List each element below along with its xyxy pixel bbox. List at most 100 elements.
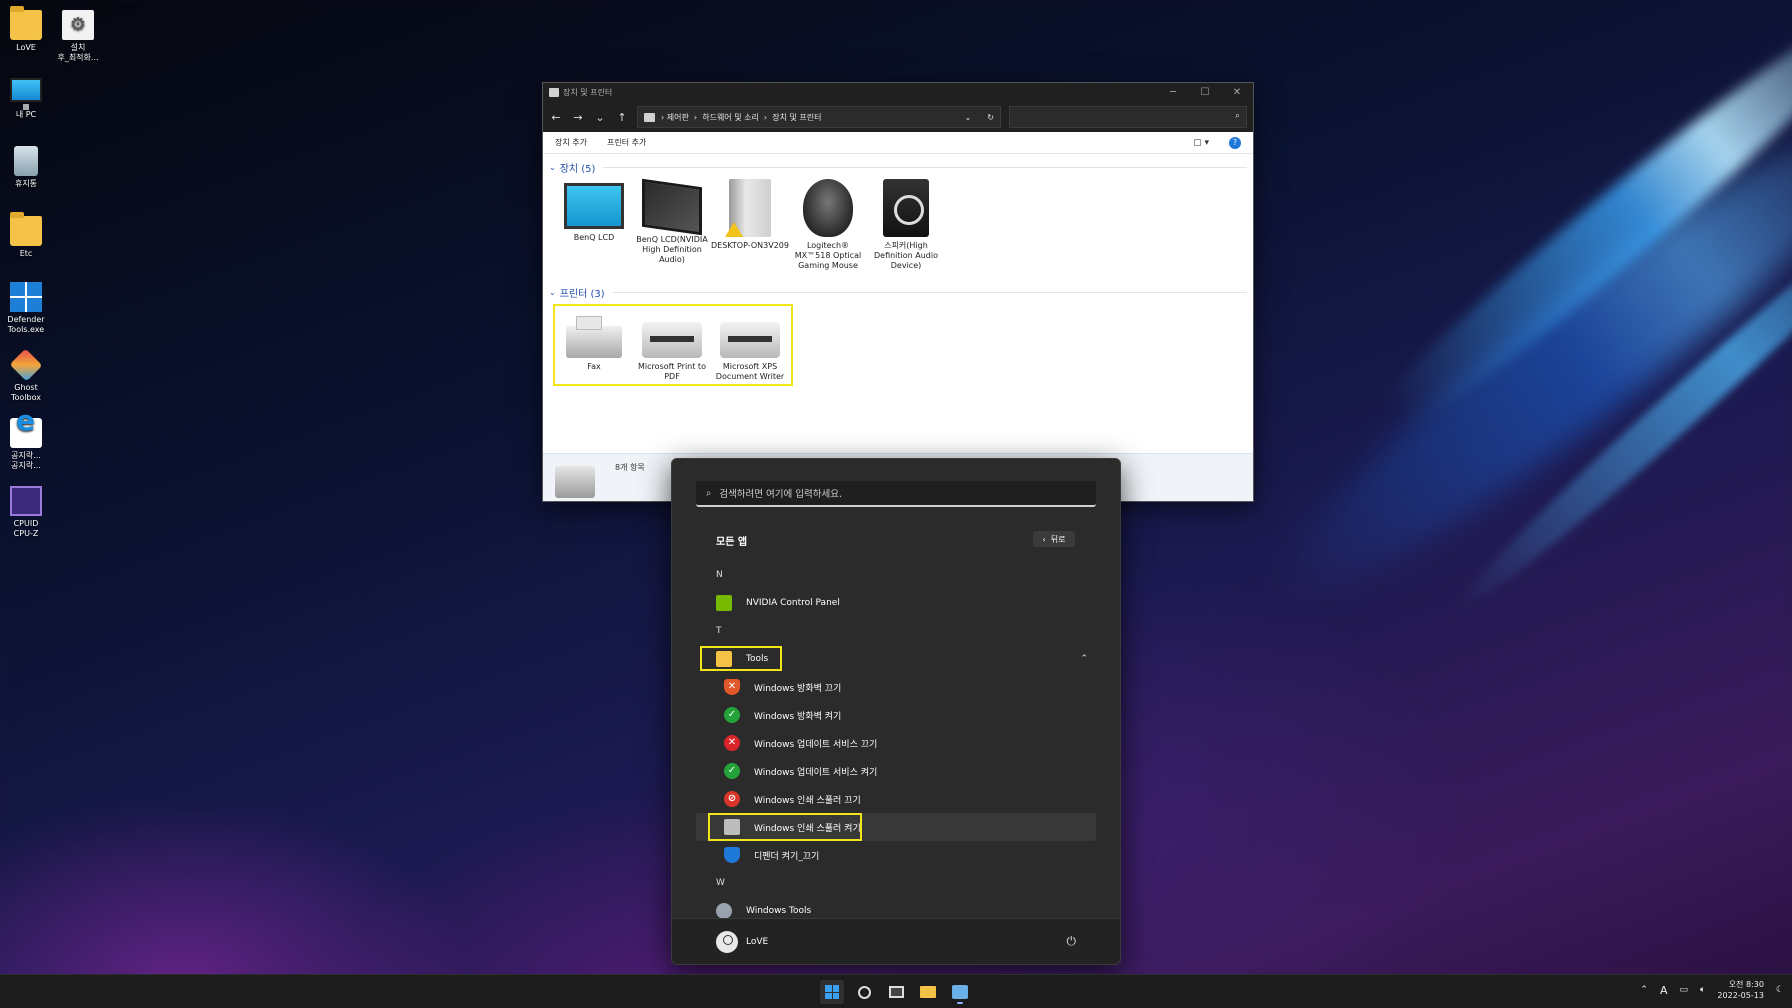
ime-indicator[interactable]: A (1660, 984, 1668, 997)
power-icon[interactable]: ⏻ (1067, 934, 1077, 949)
desktop-icon-label: CPUID CPU-Z (13, 519, 39, 538)
start-search-input[interactable]: ⌕ 검색하려면 여기에 입력하세요. (696, 481, 1096, 507)
desktop-icon-label: 휴지통 (14, 179, 38, 188)
breadcrumb-item[interactable]: 제어판 (667, 113, 689, 122)
control-panel-icon (644, 112, 655, 122)
app-label: Windows 인쇄 스풀러 끄기 (754, 795, 861, 806)
search-icon: ⌕ (706, 487, 712, 499)
start-button[interactable] (820, 980, 844, 1004)
app-label: Windows Tools (746, 906, 812, 916)
device-item[interactable]: BenQ LCD (555, 179, 633, 271)
printer-icon (642, 322, 702, 358)
clock-date: 2022-05-13 (1717, 991, 1764, 1000)
devices-group-header[interactable]: ⌄ 장치 (5) (543, 154, 1253, 179)
file-explorer-button[interactable] (916, 980, 940, 1004)
check-circle-icon: ✓ (724, 763, 740, 779)
device-item[interactable]: 스피커(High Definition Audio Device) (867, 179, 945, 271)
device-label: BenQ LCD(NVIDIA High Definition Audio) (636, 235, 708, 264)
internet-explorer-icon (10, 416, 42, 448)
chevron-up-icon[interactable]: ⌃ (1640, 985, 1648, 995)
chevron-down-icon: ⌄ (549, 288, 556, 297)
printers-group-header[interactable]: ⌄ 프린터 (3) (543, 279, 1253, 304)
file-explorer-icon (920, 986, 936, 998)
clock[interactable]: 오전 8:30 2022-05-13 (1717, 979, 1764, 1001)
app-label: 디펜더 켜기_끄기 (754, 851, 820, 862)
recent-chevron-down-icon[interactable]: ⌄ (593, 111, 607, 124)
maximize-button[interactable]: ☐ (1189, 87, 1221, 98)
app-firewall-off[interactable]: ✕ Windows 방화벽 끄기 (696, 673, 1096, 701)
forward-arrow-icon[interactable]: → (571, 111, 585, 124)
system-tray: ⌃ A ▭ 🔈︎ 오전 8:30 2022-05-13 ☾ (1640, 979, 1784, 1001)
printer-label: Microsoft Print to PDF (638, 362, 706, 381)
desktop-icon-cpuz[interactable]: CPUID CPU-Z (0, 486, 54, 539)
app-update-off[interactable]: ✕ Windows 업데이트 서비스 끄기 (696, 729, 1096, 757)
printer-item[interactable]: Microsoft XPS Document Writer (711, 312, 789, 382)
letter-header[interactable]: W (696, 869, 1096, 897)
volume-icon[interactable]: 🔈︎ (1700, 985, 1705, 995)
close-button[interactable]: ✕ (1221, 87, 1253, 98)
breadcrumb-item[interactable]: 장치 및 프린터 (772, 113, 821, 122)
app-update-on[interactable]: ✓ Windows 업데이트 서비스 켜기 (696, 757, 1096, 785)
app-spooler-off[interactable]: ⊘ Windows 인쇄 스풀러 끄기 (696, 785, 1096, 813)
desktop-icon-love[interactable]: LoVE (0, 6, 54, 53)
taskbar-apps (820, 980, 972, 1004)
wallpaper-streak (1243, 78, 1792, 642)
shield-check-icon: ✓ (724, 707, 740, 723)
desktop-icon-recycle-bin[interactable]: 휴지통 (0, 146, 54, 189)
user-avatar-icon[interactable] (716, 930, 738, 953)
control-panel-button[interactable] (948, 980, 972, 1004)
letter-header[interactable]: N (696, 561, 1096, 589)
help-icon[interactable]: ? (1229, 136, 1241, 149)
notification-icon[interactable]: ☾ (1776, 985, 1784, 995)
address-bar[interactable]: › 제어판 › 하드웨어 및 소리 › 장치 및 프린터 ⌄ ↻ (637, 106, 1001, 128)
search-input[interactable]: ⌕ (1009, 106, 1247, 128)
nvidia-icon (716, 595, 732, 611)
app-firewall-on[interactable]: ✓ Windows 방화벽 켜기 (696, 701, 1096, 729)
app-nvidia-control-panel[interactable]: NVIDIA Control Panel (696, 589, 1096, 617)
app-folder-tools[interactable]: Tools ⌃ (696, 645, 1096, 673)
printer-icon (724, 819, 740, 835)
printer-item[interactable]: Fax (555, 312, 633, 382)
up-arrow-icon[interactable]: ↑ (615, 111, 629, 124)
gear-icon (716, 903, 732, 919)
letter-header[interactable]: T (696, 617, 1096, 645)
title-bar[interactable]: 장치 및 프린터 ─ ☐ ✕ (543, 83, 1253, 102)
minimize-button[interactable]: ─ (1157, 87, 1189, 98)
desktop-icon-etc[interactable]: Etc (0, 212, 54, 259)
app-defender-toggle[interactable]: 디펜더 켜기_끄기 (696, 841, 1096, 869)
add-device-button[interactable]: 장치 추가 (555, 137, 587, 148)
desktop-icon-defender-tools[interactable]: Defender Tools.exe (0, 282, 54, 335)
app-spooler-on[interactable]: Windows 인쇄 스풀러 켜기 (696, 813, 1096, 841)
all-apps-list: N NVIDIA Control Panel T Tools ⌃ ✕ Windo… (696, 561, 1096, 925)
device-item[interactable]: Logitech® MX™518 Optical Gaming Mouse (789, 179, 867, 271)
address-dropdown-icon[interactable]: ⌄ (965, 113, 972, 122)
window-title: 장치 및 프린터 (563, 88, 613, 97)
search-button[interactable] (852, 980, 876, 1004)
this-pc-icon (10, 78, 42, 110)
desktop-icon-optimize[interactable]: ⚙ 설치 후_최적화... (50, 10, 106, 63)
task-view-icon (888, 986, 904, 998)
devices-printers-icon (555, 466, 595, 498)
view-options-icon[interactable]: ▢ ▾ (1193, 138, 1209, 148)
printer-item[interactable]: Microsoft Print to PDF (633, 312, 711, 382)
add-printer-button[interactable]: 프린터 추가 (607, 137, 646, 148)
printers-highlight-box: Fax Microsoft Print to PDF Microsoft XPS… (553, 304, 793, 386)
back-button[interactable]: ‹ 뒤로 (1033, 531, 1075, 547)
user-name[interactable]: LoVE (746, 937, 768, 947)
breadcrumb: › 제어판 › 하드웨어 및 소리 › 장치 및 프린터 (661, 112, 822, 122)
device-item[interactable]: BenQ LCD(NVIDIA High Definition Audio) (633, 178, 711, 271)
device-label: Logitech® MX™518 Optical Gaming Mouse (794, 241, 862, 270)
network-icon[interactable]: ▭ (1680, 985, 1689, 995)
device-label: DESKTOP-ON3V209 (711, 241, 789, 250)
desktop-icon-label: Defender Tools.exe (7, 315, 45, 334)
device-item[interactable]: DESKTOP-ON3V209 (711, 179, 789, 271)
settings-shortcut-icon: ⚙ (62, 10, 94, 40)
app-label: Windows 인쇄 스풀러 켜기 (754, 823, 861, 834)
back-arrow-icon[interactable]: ← (549, 111, 563, 124)
desktop-icon-this-pc[interactable]: 내 PC (0, 78, 54, 120)
task-view-button[interactable] (884, 980, 908, 1004)
desktop-icon-ie[interactable]: 공지락... 공지락... (0, 416, 54, 471)
breadcrumb-item[interactable]: 하드웨어 및 소리 (702, 113, 759, 122)
desktop-icon-ghost-toolbox[interactable]: Ghost Toolbox (0, 348, 54, 403)
refresh-icon[interactable]: ↻ (987, 113, 994, 122)
